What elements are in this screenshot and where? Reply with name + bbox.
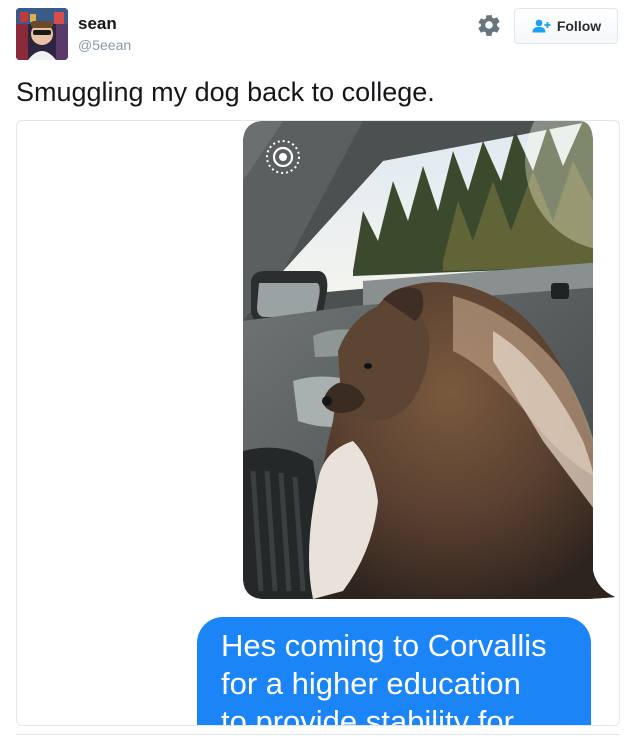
tweet-text: Smuggling my dog back to college. [16,77,435,107]
follow-button[interactable]: Follow [514,8,618,44]
bubble-line: to provide stability for [221,704,514,726]
dog-in-car-photo[interactable] [243,121,615,599]
imessage-bubble: Hes coming to Corvallis for a higher edu… [197,617,591,726]
follow-label: Follow [556,18,602,34]
divider [16,734,620,735]
bubble-line: Hes coming to Corvallis [221,628,547,663]
display-name[interactable]: sean [78,14,117,34]
bubble-text: Hes coming to Corvallis for a higher edu… [221,627,581,726]
avatar[interactable] [16,8,68,60]
user-handle[interactable]: @5eean [78,37,131,53]
bubble-line: for a higher education [221,666,521,701]
media-card[interactable]: Hes coming to Corvallis for a higher edu… [16,120,620,726]
add-person-icon [532,19,551,33]
gear-icon[interactable] [476,12,502,38]
avatar-image [16,8,68,60]
